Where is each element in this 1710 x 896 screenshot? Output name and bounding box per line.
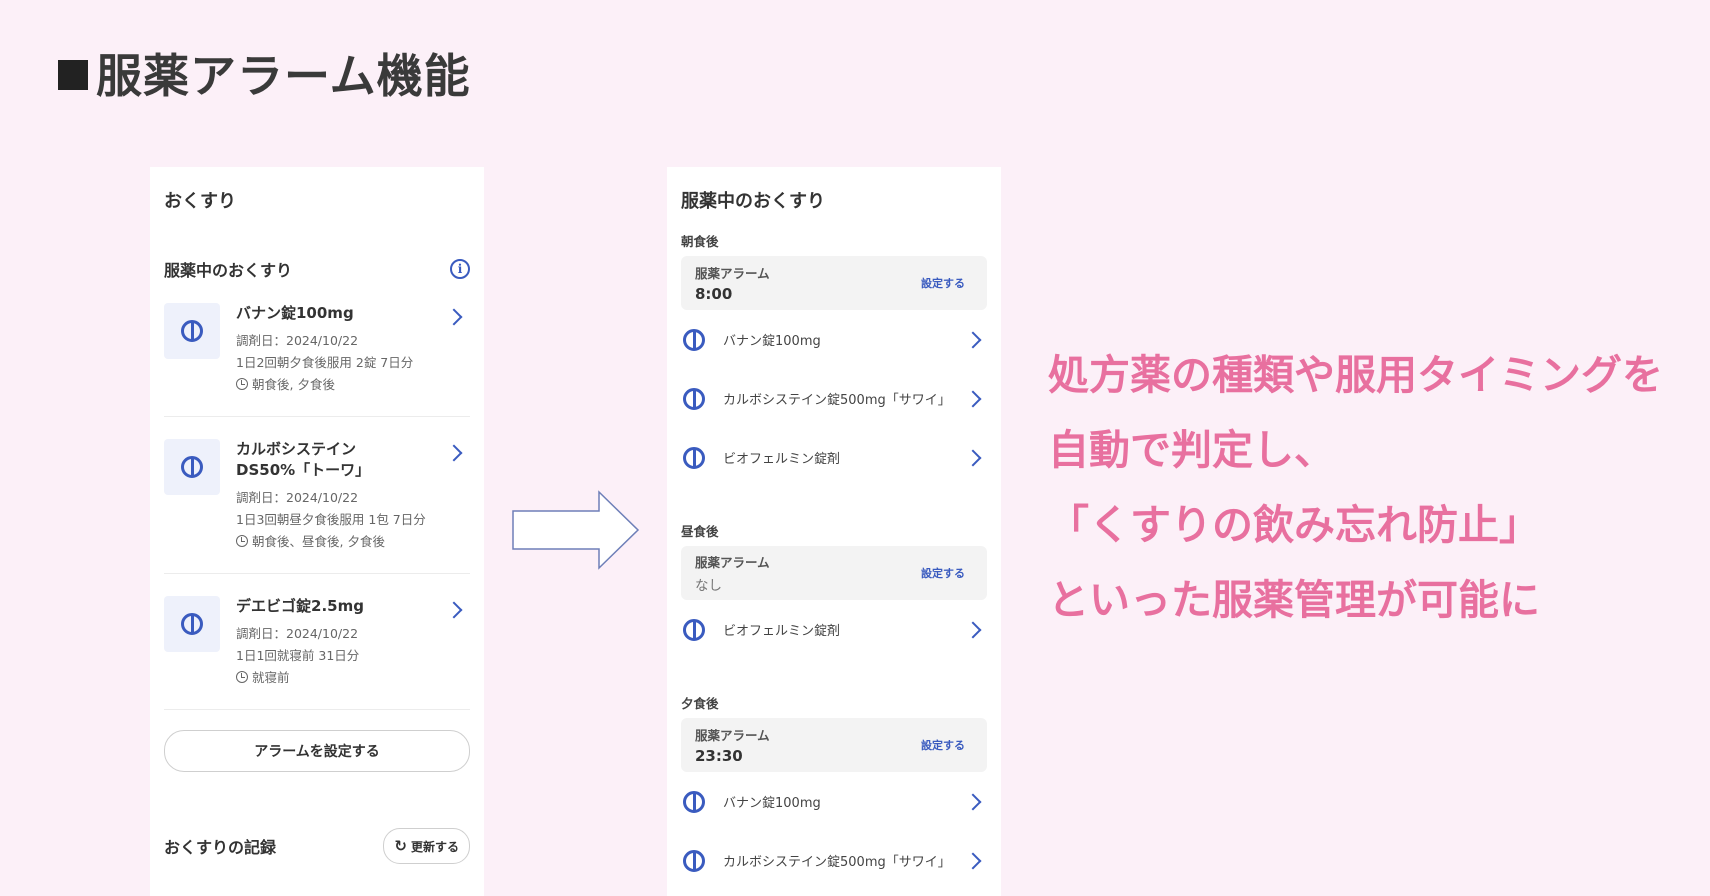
set-alarm-link[interactable]: 設定する	[921, 565, 965, 581]
medication-name: バナン錠100mg	[723, 796, 821, 811]
alarm-time: 8:00	[695, 285, 733, 303]
chevron-right-icon[interactable]	[964, 390, 982, 407]
pill-icon	[181, 613, 203, 635]
section-header: 服薬中のおくすり i	[164, 257, 470, 281]
medication-name: バナン錠100mg	[236, 304, 354, 322]
alarm-label: 服薬アラーム	[695, 728, 770, 743]
medication-row[interactable]: ビオフェルミン錠剤	[681, 428, 987, 487]
refresh-label: 更新する	[410, 839, 459, 854]
medication-name: カルボシステイン錠500mg「サワイ」	[723, 393, 951, 408]
dispense-date: 調剤日：2024/10/22	[236, 490, 359, 505]
medication-row[interactable]: バナン錠100mg	[681, 772, 987, 831]
alarm-setting-row[interactable]: 服薬アラーム 8:00 設定する	[681, 256, 987, 310]
screen-title: おくすり	[164, 191, 236, 212]
pill-icon	[683, 387, 705, 410]
medication-card[interactable]: デエビゴ錠2.5mg 調剤日：2024/10/22 1日1回就寝前 31日分 就…	[164, 574, 470, 710]
alarm-label: 服薬アラーム	[695, 266, 770, 281]
pill-icon-box	[164, 596, 220, 652]
pill-icon	[683, 790, 705, 813]
chevron-right-icon[interactable]	[964, 621, 982, 638]
page-title-text: 服薬アラーム機能	[96, 49, 471, 103]
screen-title: 服薬中のおくすり	[681, 191, 825, 212]
info-icon[interactable]: i	[450, 259, 470, 279]
timing-row: 朝食後, 夕食後	[236, 374, 470, 396]
chevron-right-icon[interactable]	[964, 793, 982, 810]
records-header: おくすりの記録 ↻ 更新する	[164, 828, 470, 864]
pill-icon	[683, 446, 705, 469]
alarm-label: 服薬アラーム	[695, 555, 770, 570]
alarm-setting-row[interactable]: 服薬アラーム なし 設定する	[681, 546, 987, 600]
clock-icon	[236, 378, 248, 390]
description-line: といった服薬管理が可能に	[1048, 576, 1540, 624]
alarm-time: 23:30	[695, 747, 743, 765]
clock-icon	[236, 671, 248, 683]
dosage-text: 1日1回就寝前 31日分	[236, 648, 360, 663]
feature-description: 処方薬の種類や服用タイミングを 自動で判定し、 「くすりの飲み忘れ防止」 といっ…	[1048, 338, 1698, 638]
dosage-text: 1日3回朝昼夕食後服用 1包 7日分	[236, 512, 426, 527]
square-bullet-icon	[58, 60, 88, 90]
medication-name: バナン錠100mg	[723, 334, 821, 349]
timing-row: 朝食後、昼食後, 夕食後	[236, 531, 470, 553]
pill-icon	[181, 456, 203, 478]
pill-icon-box	[164, 303, 220, 359]
pill-icon	[181, 320, 203, 342]
alarm-setting-row[interactable]: 服薬アラーム 23:30 設定する	[681, 718, 987, 772]
medication-row[interactable]: カルボシステイン錠500mg「サワイ」	[681, 369, 987, 428]
medication-list-screen: おくすり 服薬中のおくすり i バナン錠100mg 調剤日：2024/10/22…	[150, 167, 484, 896]
refresh-icon: ↻	[394, 837, 407, 855]
chevron-right-icon[interactable]	[964, 331, 982, 348]
pill-icon-box	[164, 439, 220, 495]
medication-name: カルボシステイン錠500mg「サワイ」	[723, 855, 951, 870]
medication-name: ビオフェルミン錠剤	[723, 452, 841, 467]
dosage-text: 1日2回朝夕食後服用 2錠 7日分	[236, 355, 414, 370]
pill-icon	[683, 618, 705, 641]
timing-text: 就寝前	[252, 670, 290, 685]
chevron-right-icon[interactable]	[964, 449, 982, 466]
chevron-right-icon[interactable]	[964, 852, 982, 869]
set-alarm-button[interactable]: アラームを設定する	[164, 730, 470, 772]
medication-row[interactable]: カルボシステイン錠500mg「サワイ」	[681, 831, 987, 890]
slot-label: 昼食後	[681, 524, 719, 539]
right-arrow-icon	[511, 490, 641, 574]
clock-icon	[236, 535, 248, 547]
timing-alarm-screen: 服薬中のおくすり 朝食後 服薬アラーム 8:00 設定する バナン錠100mg …	[667, 167, 1001, 896]
medication-card[interactable]: バナン錠100mg 調剤日：2024/10/22 1日2回朝夕食後服用 2錠 7…	[164, 281, 470, 417]
slot-label: 夕食後	[681, 696, 719, 711]
slot-label: 朝食後	[681, 234, 719, 249]
set-alarm-link[interactable]: 設定する	[921, 275, 965, 291]
description-line: 処方薬の種類や服用タイミングを	[1048, 351, 1663, 399]
set-alarm-link[interactable]: 設定する	[921, 737, 965, 753]
pill-icon	[683, 849, 705, 872]
description-line: 「くすりの飲み忘れ防止」	[1048, 501, 1540, 549]
pill-icon	[683, 328, 705, 351]
page-title: 服薬アラーム機能	[58, 40, 471, 106]
medication-name: ビオフェルミン錠剤	[723, 624, 841, 639]
medication-name: カルボシステイン DS50%「トーワ」	[236, 440, 371, 479]
alarm-time: なし	[695, 578, 722, 594]
medication-row[interactable]: バナン錠100mg	[681, 310, 987, 369]
medication-card[interactable]: カルボシステイン DS50%「トーワ」 調剤日：2024/10/22 1日3回朝…	[164, 417, 470, 574]
timing-text: 朝食後, 夕食後	[252, 377, 335, 392]
refresh-button[interactable]: ↻ 更新する	[383, 828, 470, 864]
dispense-date: 調剤日：2024/10/22	[236, 333, 359, 348]
medication-name: デエビゴ錠2.5mg	[236, 597, 364, 615]
records-title: おくすりの記録	[164, 838, 277, 857]
description-line: 自動で判定し、	[1048, 426, 1335, 474]
medication-row[interactable]: ビオフェルミン錠剤	[681, 600, 987, 659]
timing-text: 朝食後、昼食後, 夕食後	[252, 534, 385, 549]
section-title: 服薬中のおくすり	[164, 261, 293, 280]
timing-row: 就寝前	[236, 667, 470, 689]
dispense-date: 調剤日：2024/10/22	[236, 626, 359, 641]
